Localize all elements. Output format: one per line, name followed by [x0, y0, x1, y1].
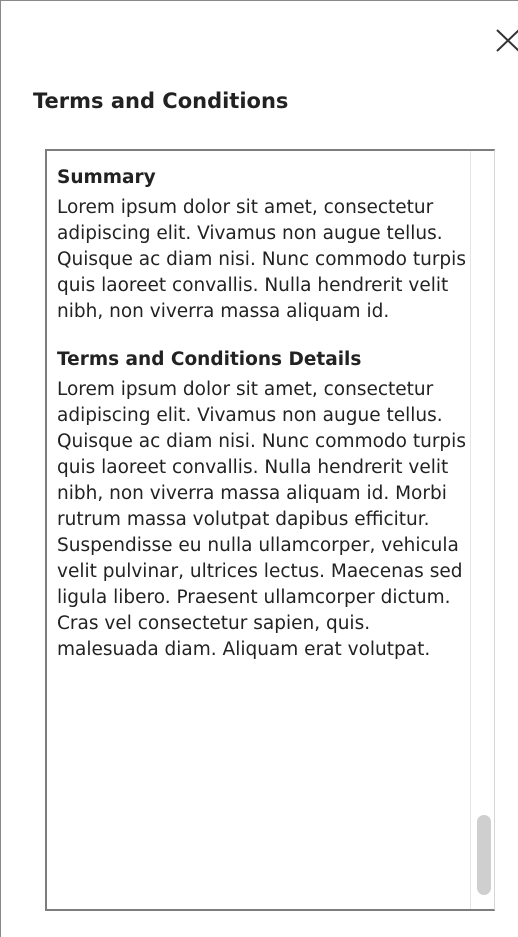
terms-content: Summary Lorem ipsum dolor sit amet, cons… — [47, 151, 471, 909]
terms-scroll-area[interactable]: Summary Lorem ipsum dolor sit amet, cons… — [45, 149, 495, 911]
details-heading: Terms and Conditions Details — [57, 349, 362, 370]
dialog-title: Terms and Conditions — [33, 89, 289, 113]
summary-heading: Summary — [57, 167, 156, 188]
scrollbar-track[interactable] — [470, 151, 494, 909]
scrollbar-thumb[interactable] — [477, 815, 491, 895]
terms-dialog: Terms and Conditions Summary Lorem ipsum… — [0, 0, 518, 937]
close-icon — [496, 29, 518, 52]
summary-text: Lorem ipsum dolor sit amet, consectetur … — [57, 197, 466, 322]
close-button[interactable] — [495, 27, 518, 53]
details-text: Lorem ipsum dolor sit amet, consectetur … — [57, 379, 466, 660]
